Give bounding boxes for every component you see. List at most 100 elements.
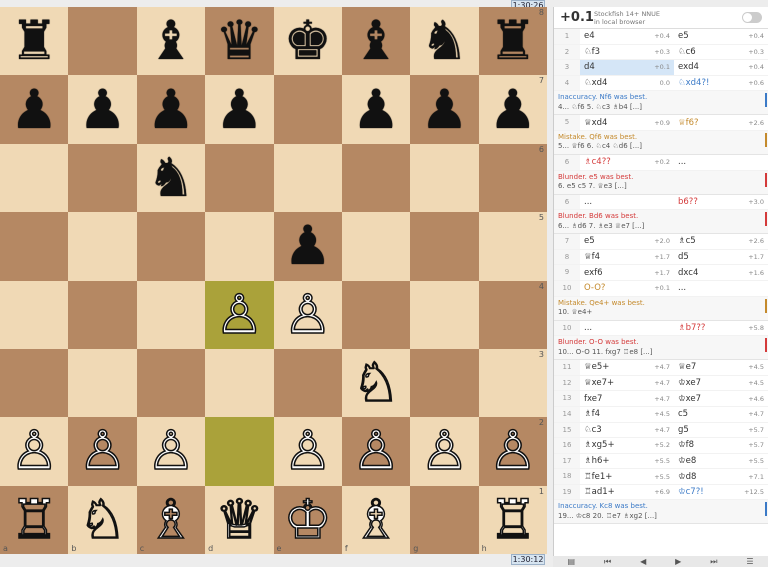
square-b1[interactable]: ♘ b: [68, 485, 137, 554]
square-c5[interactable]: [136, 212, 206, 281]
black-move[interactable]: ♔xe7 +4.5: [674, 376, 768, 391]
black-move[interactable]: exd4 +0.4: [674, 60, 768, 75]
white-move[interactable]: exf6 +1.7: [580, 265, 674, 280]
square-g7[interactable]: ♟: [410, 75, 479, 144]
black-piece[interactable]: ♟: [489, 82, 537, 137]
square-e2[interactable]: ♙: [273, 417, 342, 486]
black-piece[interactable]: ♞: [147, 150, 195, 205]
black-move[interactable]: ♔e8 +5.5: [674, 454, 768, 469]
square-b7[interactable]: ♟: [68, 75, 137, 144]
black-move[interactable]: ...: [674, 155, 768, 170]
white-move[interactable]: ♖ad1+ +6.9: [580, 485, 674, 500]
white-piece[interactable]: ♖: [9, 492, 59, 548]
black-piece[interactable]: ♝: [147, 14, 195, 68]
black-piece[interactable]: ♜: [489, 14, 537, 68]
white-piece[interactable]: ♙: [351, 423, 401, 479]
engine-toggle[interactable]: [742, 12, 762, 23]
black-move[interactable]: ♘xd4?! +0.6: [674, 76, 768, 91]
black-piece[interactable]: ♜: [10, 14, 58, 68]
white-piece[interactable]: ♙: [419, 423, 469, 479]
white-move[interactable]: d4 +0.1: [580, 60, 674, 75]
black-piece[interactable]: ♝: [352, 14, 400, 68]
square-d3[interactable]: [205, 348, 274, 418]
square-e8[interactable]: ♚: [273, 7, 342, 76]
square-f1[interactable]: ♗ f: [341, 485, 411, 554]
square-f6[interactable]: [341, 143, 411, 213]
white-move[interactable]: fxe7 +4.7: [580, 391, 674, 406]
comment-line[interactable]: 5... ♕f6 6. ♘c4 ♘d6 [...]: [558, 142, 764, 152]
white-move[interactable]: ...: [580, 195, 674, 210]
black-piece[interactable]: ♟: [147, 82, 195, 137]
square-b8[interactable]: [68, 7, 137, 76]
black-move[interactable]: ♗b7?? +5.8: [674, 321, 768, 336]
black-piece[interactable]: ♟: [215, 82, 263, 137]
square-c3[interactable]: [136, 348, 206, 418]
square-d8[interactable]: ♛: [205, 7, 274, 76]
square-b3[interactable]: [68, 348, 137, 418]
comment-line[interactable]: 10. ♕e4+: [558, 308, 764, 318]
black-move[interactable]: ♔c7?! +12.5: [674, 485, 768, 500]
square-f2[interactable]: ♙: [341, 417, 411, 486]
white-piece[interactable]: ♔: [283, 492, 333, 548]
white-piece[interactable]: ♙: [78, 423, 128, 479]
square-b5[interactable]: [68, 212, 137, 281]
white-move[interactable]: ♗c4?? +0.2: [580, 155, 674, 170]
white-piece[interactable]: ♖: [488, 492, 538, 548]
white-move[interactable]: ♘xd4 0.0: [580, 76, 674, 91]
square-e7[interactable]: [273, 75, 342, 144]
square-h3[interactable]: 3: [478, 348, 547, 418]
white-piece[interactable]: ♙: [283, 423, 333, 479]
black-move[interactable]: ♘c6 +0.3: [674, 45, 768, 60]
square-e5[interactable]: ♟: [273, 212, 342, 281]
black-move[interactable]: ♕f6? +2.6: [674, 115, 768, 130]
white-piece[interactable]: ♙: [488, 423, 538, 479]
square-e1[interactable]: ♔ e: [273, 485, 342, 554]
comment-line[interactable]: 10... O-O 11. fxg7 ♖e8 [...]: [558, 348, 764, 358]
black-piece[interactable]: ♟: [352, 82, 400, 137]
black-move[interactable]: b6?? +3.0: [674, 195, 768, 210]
square-h5[interactable]: 5: [478, 212, 547, 281]
square-d2[interactable]: [205, 417, 274, 486]
book-icon[interactable]: ▤: [567, 557, 575, 566]
white-move[interactable]: ♕e5+ +4.7: [580, 360, 674, 375]
black-move[interactable]: d5 +1.7: [674, 250, 768, 265]
chess-board[interactable]: ♜ ♝ ♛ ♚ ♝ ♞ ♜ 8 ♟ ♟ ♟ ♟ ♟ ♟ ♟ 7 ♞ 6 ♟ 5 ♙ ♙ 4 ♘ 3 ♙ ♙ ♙ ♙ ♙ ♙ ♙ 2 ♖ a ♘ b ♗ c ♕…: [0, 7, 547, 554]
black-move[interactable]: g5 +5.7: [674, 423, 768, 438]
white-move[interactable]: e4 +0.4: [580, 29, 674, 44]
square-d4[interactable]: ♙: [205, 280, 274, 349]
white-piece[interactable]: ♗: [146, 492, 196, 548]
black-piece[interactable]: ♛: [215, 14, 263, 68]
next-move-icon[interactable]: ▶: [675, 557, 681, 566]
square-f5[interactable]: [341, 212, 411, 281]
square-d5[interactable]: [205, 212, 274, 281]
black-piece[interactable]: ♟: [283, 219, 331, 273]
comment-line[interactable]: 6... ♗d6 7. ♗e3 ♕e7 [...]: [558, 222, 764, 232]
black-move[interactable]: dxc4 +1.6: [674, 265, 768, 280]
black-piece[interactable]: ♟: [420, 82, 468, 137]
square-c4[interactable]: [136, 280, 206, 349]
square-g3[interactable]: [410, 348, 479, 418]
black-piece[interactable]: ♟: [78, 82, 126, 137]
white-move[interactable]: e5 +2.0: [580, 234, 674, 249]
square-g4[interactable]: [410, 280, 479, 349]
black-piece[interactable]: ♞: [420, 14, 468, 68]
black-move[interactable]: ♔xe7 +4.6: [674, 391, 768, 406]
white-piece[interactable]: ♙: [9, 423, 59, 479]
black-move[interactable]: ♔f8 +5.7: [674, 438, 768, 453]
black-move[interactable]: ♔d8 +7.1: [674, 469, 768, 484]
white-move[interactable]: O-O? +0.1: [580, 281, 674, 296]
square-c2[interactable]: ♙: [136, 417, 206, 486]
prev-move-icon[interactable]: ◀: [640, 557, 646, 566]
square-g5[interactable]: [410, 212, 479, 281]
square-d6[interactable]: [205, 143, 274, 213]
white-move[interactable]: ♖fe1+ +5.5: [580, 469, 674, 484]
square-b4[interactable]: [68, 280, 137, 349]
square-c6[interactable]: ♞: [136, 143, 206, 213]
square-a4[interactable]: [0, 280, 69, 349]
square-c7[interactable]: ♟: [136, 75, 206, 144]
square-h8[interactable]: ♜ 8: [478, 7, 547, 76]
square-g6[interactable]: [410, 143, 479, 213]
square-h4[interactable]: 4: [478, 280, 547, 349]
black-move[interactable]: ♕e7 +4.5: [674, 360, 768, 375]
square-b6[interactable]: [68, 143, 137, 213]
